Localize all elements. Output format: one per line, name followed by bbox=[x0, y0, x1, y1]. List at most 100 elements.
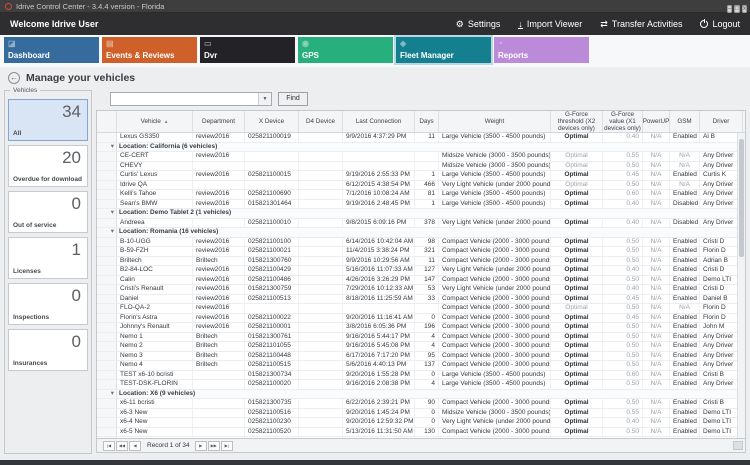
table-row[interactable]: Kelli's Tahoe review2016 025821100690 7/1/2… bbox=[97, 190, 745, 200]
column-header-g-force-threshold-x2-devices-only[interactable]: G-Force threshold (X2 devices only) bbox=[551, 111, 603, 132]
vehicle-filter-card-inspections[interactable]: 0 Inspections bbox=[8, 283, 88, 325]
table-row[interactable]: x6-11 bcristi 015821300735 6/22/2016 2:39:… bbox=[97, 399, 745, 409]
vehicle-filter-card-all[interactable]: 34 All bbox=[8, 99, 88, 141]
maximize-button[interactable]: □ bbox=[734, 5, 740, 13]
column-header-last-connection[interactable]: Last Connection bbox=[343, 111, 415, 132]
column-header-department[interactable]: Department bbox=[193, 111, 245, 132]
column-header-g-force-value-x1-devices-only[interactable]: G-Force value (X1 devices only) bbox=[603, 111, 643, 132]
table-row[interactable]: Nemo 3 Briltech 025821100448 6/17/2016 7:17… bbox=[97, 351, 745, 361]
column-header-days[interactable]: Days bbox=[415, 111, 439, 132]
group-row-location-romania-16-vehicles[interactable]: ▾ Location: Romania (16 vehicles) bbox=[97, 228, 745, 238]
tab-reports[interactable]: ◔ Reports bbox=[494, 37, 589, 63]
tab-dashboard[interactable]: ◪ Dashboard bbox=[4, 37, 99, 63]
collapse-icon[interactable]: ▾ bbox=[97, 228, 117, 237]
cell-g-force-threshold-x2-devices-only: Optimal bbox=[551, 256, 603, 265]
search-input[interactable] bbox=[111, 92, 258, 105]
collapse-icon[interactable]: ▾ bbox=[97, 389, 117, 398]
collapse-icon[interactable]: ▾ bbox=[97, 209, 117, 218]
chevron-down-icon[interactable]: ▼ bbox=[258, 92, 271, 105]
nav-next-button-1[interactable]: ▶▶ bbox=[207, 440, 220, 451]
tab-gps[interactable]: ◉ GPS bbox=[298, 37, 393, 63]
table-row[interactable]: Florin's Astra review2016 025821100022 9/20… bbox=[97, 313, 745, 323]
horizontal-scrollbar[interactable] bbox=[733, 441, 743, 450]
table-row[interactable]: Johnny's Renault review2016 025821100001 3/… bbox=[97, 323, 745, 333]
vehicles-table: Vehicle ▲ Department X Device D4 Device Last … bbox=[96, 110, 746, 439]
cell-g-force-threshold-x2-devices-only: Optimal bbox=[551, 133, 603, 142]
table-row[interactable]: x6-3 New 025821100516 9/20/2016 1:45:24 PM… bbox=[97, 408, 745, 418]
group-row-location-demo-tablet-2-1-vehicles[interactable]: ▾ Location: Demo Tablet 2 (1 vehicles) bbox=[97, 209, 745, 219]
vertical-scrollbar[interactable] bbox=[737, 133, 745, 438]
nav-prev-button-0[interactable]: |◀ bbox=[103, 440, 115, 451]
collapse-icon[interactable]: ▾ bbox=[97, 142, 117, 151]
column-header-label: G-Force threshold (X2 devices only) bbox=[557, 111, 596, 132]
tab-label: GPS bbox=[302, 51, 319, 60]
cell-last-connection: 5/13/2016 11:31:50 AM bbox=[343, 427, 415, 436]
table-row[interactable]: Curtis' Lexus review2016 025821100015 9/19/… bbox=[97, 171, 745, 181]
cell-gsm: Enabled bbox=[670, 399, 700, 408]
tab-dvr[interactable]: ▭ Dvr bbox=[200, 37, 295, 63]
column-header-vehicle[interactable]: Vehicle ▲ bbox=[117, 111, 193, 132]
table-row[interactable]: B-10-UGG review2016 025821100100 6/14/2016 … bbox=[97, 237, 745, 247]
column-header-weight[interactable]: Weight bbox=[439, 111, 551, 132]
column-header-d4-device[interactable]: D4 Device bbox=[299, 111, 343, 132]
cell-days: 11 bbox=[415, 133, 439, 142]
table-row[interactable]: x6-4 New 025821100230 9/20/2016 12:59:32 P… bbox=[97, 418, 745, 428]
table-row[interactable]: Briltech Briltech 015821300760 9/9/2016 10:… bbox=[97, 256, 745, 266]
close-button[interactable]: x bbox=[742, 5, 747, 13]
menu-item-import-viewer[interactable]: ↓ Import Viewer bbox=[518, 19, 582, 29]
column-header-gsm[interactable]: GSM bbox=[670, 111, 700, 132]
table-row[interactable]: Andreea 025821100010 9/8/2015 6:09:16 PM 37… bbox=[97, 218, 745, 228]
table-row[interactable]: TEST-DSK-FLORIN 025821100020 9/16/2016 2:0… bbox=[97, 380, 745, 390]
group-row-location-x6-9-vehicles[interactable]: ▾ Location: X6 (9 vehicles) bbox=[97, 389, 745, 399]
vehicle-filter-card-insurances[interactable]: 0 Insurances bbox=[8, 329, 88, 371]
back-icon[interactable]: ← bbox=[8, 71, 20, 84]
cell-vehicle: Briltech bbox=[117, 256, 193, 265]
menu-item-transfer-activities[interactable]: ⇄ Transfer Activities bbox=[600, 19, 682, 29]
cell-weight: Compact Vehicle (2000 - 3000 pounds) bbox=[439, 256, 551, 265]
scrollbar-thumb[interactable] bbox=[739, 139, 744, 257]
tab-fleet-manager[interactable]: ◆ Fleet Manager bbox=[394, 35, 493, 65]
table-row[interactable]: Nemo 2 Briltech 025821101055 9/16/2016 5:45… bbox=[97, 342, 745, 352]
nav-prev-button-1[interactable]: ◀◀ bbox=[116, 440, 128, 451]
table-row[interactable]: Nemo 1 Briltech 015821300761 9/16/2016 5:44… bbox=[97, 332, 745, 342]
table-row[interactable]: B-59-FZH review2016 025821100021 11/4/2015 … bbox=[97, 247, 745, 257]
table-row[interactable]: Sean's BMW review2016 015821301464 9/19/201… bbox=[97, 199, 745, 209]
table-row[interactable]: FLO-QA-2 review2016 Compact Vehicle (2000 … bbox=[97, 304, 745, 314]
cell-g-force-value-x1-devices-only: 0.45 bbox=[603, 171, 643, 180]
vehicle-filter-card-out-of-service[interactable]: 0 Out of service bbox=[8, 191, 88, 233]
table-row[interactable]: CHEVY Midsize Vehicle (3000 - 3500 pounds… bbox=[97, 161, 745, 171]
vehicle-filter-card-licenses[interactable]: 1 Licenses bbox=[8, 237, 88, 279]
table-row[interactable]: Idrive QA 6/12/2015 4:38:54 PM 466 Very Lig… bbox=[97, 180, 745, 190]
nav-prev-button-2[interactable]: ◀ bbox=[129, 440, 141, 451]
row-indicator bbox=[97, 161, 117, 170]
table-row[interactable]: CE-CERT review2016 Midsize Vehicle (3000 -… bbox=[97, 152, 745, 162]
table-row[interactable]: Daniel review2016 025821100513 8/18/2016 11… bbox=[97, 294, 745, 304]
table-row[interactable]: Cristi's Renault review2016 015821300759 7/… bbox=[97, 285, 745, 295]
column-header-x-device[interactable]: X Device bbox=[245, 111, 299, 132]
table-row[interactable]: TEST x6-10 bcristi 015821300734 9/20/2016 … bbox=[97, 370, 745, 380]
cell-g-force-value-x1-devices-only: 0.50 bbox=[603, 361, 643, 370]
nav-next-button-0[interactable]: ▶ bbox=[194, 440, 207, 451]
find-button[interactable]: Find bbox=[278, 91, 308, 106]
table-row[interactable]: B2-84-LOC review2016 025821100429 5/16/2016… bbox=[97, 266, 745, 276]
column-header-driver[interactable]: Driver bbox=[700, 111, 743, 132]
cell-weight: Compact Vehicle (2000 - 3000 pounds) bbox=[439, 275, 551, 284]
vehicle-filter-card-overdue-for-download[interactable]: 20 Overdue for download bbox=[8, 145, 88, 187]
cell-g-force-threshold-x2-devices-only: Optimal bbox=[551, 380, 603, 389]
table-row[interactable]: Nemo 4 Briltech 025821100515 5/6/2016 4:40:… bbox=[97, 361, 745, 371]
table-row[interactable]: Calin review2016 025821100486 4/26/2016 3:2… bbox=[97, 275, 745, 285]
row-indicator bbox=[97, 171, 117, 180]
tab-events-reviews[interactable]: ▤ Events & Reviews bbox=[102, 37, 197, 63]
cell-x-device: 025821100100 bbox=[245, 237, 299, 246]
cell-powerup: N/A bbox=[643, 171, 670, 180]
column-header-powerup[interactable]: PowerUP bbox=[643, 111, 670, 132]
menu-item-logout[interactable]: Logout bbox=[700, 19, 740, 29]
minimize-button[interactable]: – bbox=[727, 5, 733, 13]
menu-item-settings[interactable]: ⚙ Settings bbox=[456, 19, 501, 29]
group-row-location-california-6-vehicles[interactable]: ▾ Location: California (6 vehicles) bbox=[97, 142, 745, 152]
cell-department bbox=[193, 427, 245, 436]
nav-next-button-2[interactable]: ▶| bbox=[220, 440, 233, 451]
table-row[interactable]: x6-5 New 025821100520 5/13/2016 11:31:50 A… bbox=[97, 427, 745, 437]
table-row[interactable]: Lexus GS350 review2016 025821100019 9/9/201… bbox=[97, 133, 745, 143]
cell-powerup: N/A bbox=[643, 237, 670, 246]
